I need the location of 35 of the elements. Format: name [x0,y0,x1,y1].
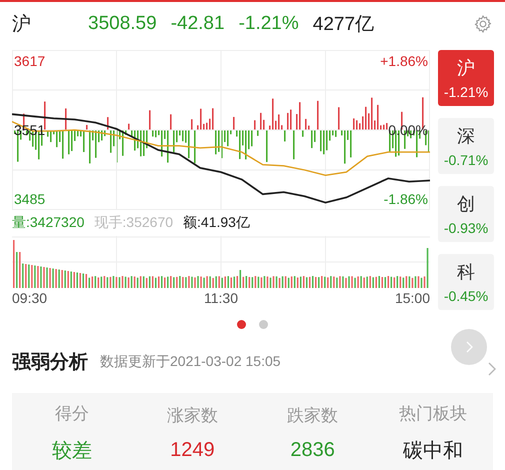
market-name: 沪 [12,12,32,37]
page-dot[interactable] [237,320,246,329]
time-label: 09:30 [12,290,48,306]
axis-label: 3485 [14,191,46,208]
time-label: 15:00 [394,290,430,306]
settings-icon[interactable] [473,14,493,34]
price-change: -42.81 [170,13,225,35]
stat-value: 1249 [170,439,215,462]
axis-label: -1.86% [384,191,428,208]
axis-label: +1.86% [380,52,428,69]
section-title: 强弱分析 [12,351,88,375]
stat-value: 碳中和 [402,439,463,464]
amount-label: 额:41.93亿 [183,214,250,232]
index-tab[interactable]: 深 -0.71% [438,118,494,174]
stat-label: 得分 [55,403,90,425]
axis-label: 0.00% [388,122,428,138]
next-button[interactable] [451,329,487,365]
chevron-right-icon[interactable] [487,361,497,377]
index-tab[interactable]: 科 -0.45% [438,254,494,310]
stat-label: 跌家数 [287,405,338,427]
stat-value: 2836 [290,439,335,462]
axis-label: 3617 [14,52,46,69]
stat-label: 热门板块 [398,403,467,425]
percent-change: -1.21% [238,13,299,35]
stat-label: 涨家数 [166,405,218,427]
volume-label: 量:3427320 [12,214,84,232]
update-time: 数据更新于2021-03-02 15:05 [100,353,281,371]
turnover: 4277亿 [312,13,374,37]
current-hand-label: 现手:352670 [94,214,174,232]
time-label: 11:30 [204,290,238,306]
index-tab[interactable]: 沪 -1.21% [438,50,494,106]
index-price: 3508.59 [88,13,157,35]
index-tab[interactable]: 创 -0.93% [438,186,494,242]
stat-value: 较差 [52,439,92,464]
page-dot[interactable] [259,320,268,329]
